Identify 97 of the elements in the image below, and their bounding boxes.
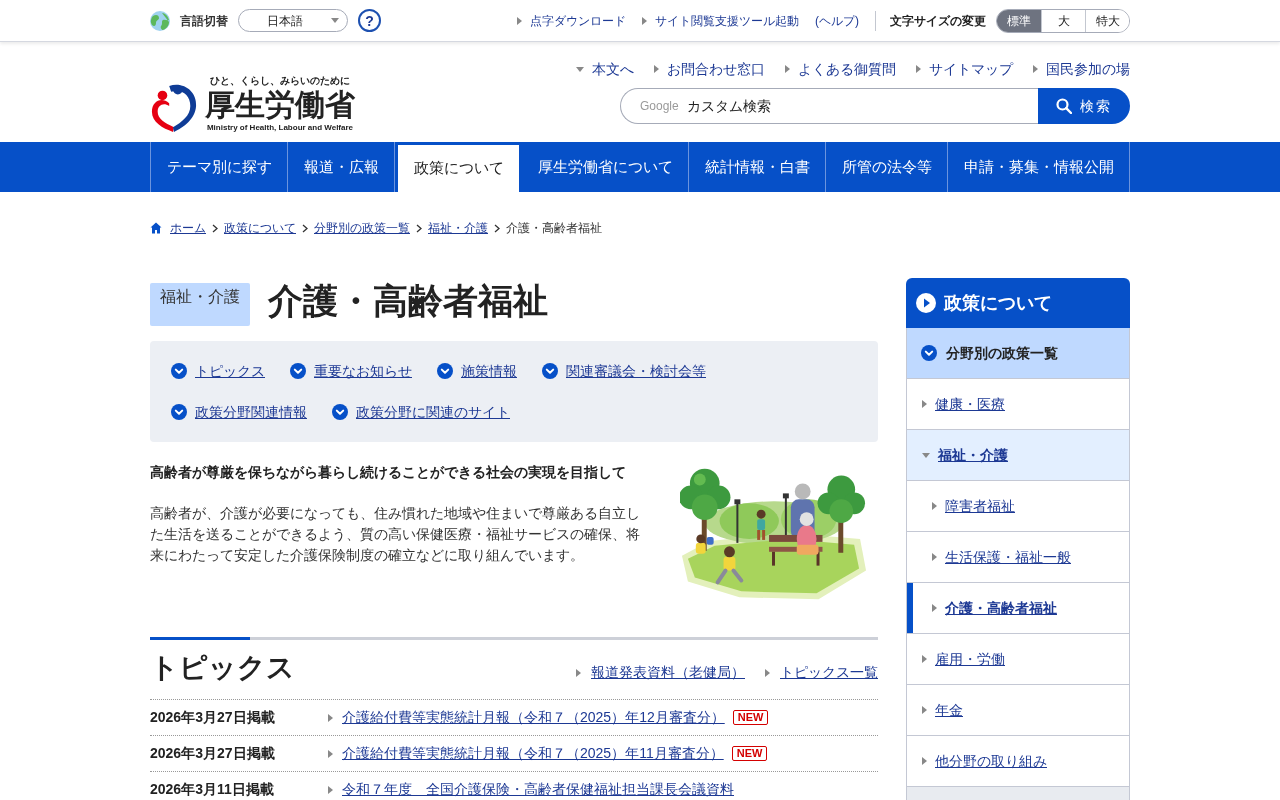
chevron-right-icon [212,223,218,233]
chevron-right-icon [302,223,308,233]
globe-icon [150,10,170,31]
anchor-link[interactable]: トピックス [171,360,265,382]
topic-link[interactable]: 介護給付費等実態統計月報（令和７（2025）年12月審査分） [342,707,725,728]
caret-right-icon [576,668,581,677]
caret-down-icon [331,18,339,23]
chevron-down-circle-icon [171,404,187,420]
chevron-right-icon [416,223,422,233]
breadcrumb-home-link[interactable]: ホーム [150,219,206,237]
sidebar-item[interactable]: 他分野の取り組み [906,736,1130,787]
caret-right-icon [922,706,927,714]
chevron-right-icon [494,223,500,233]
sidebar-section[interactable]: 分野別の政策一覧 [906,328,1130,379]
caret-right-icon [328,713,333,722]
search-icon [1056,98,1072,114]
nav-tab[interactable]: 統計情報・白書 [689,142,826,192]
caret-right-icon [932,502,937,510]
toolbar-link[interactable]: サイト閲覧支援ツール起動 [642,11,799,30]
caret-right-icon [785,65,790,73]
caret-right-icon [328,749,333,758]
topic-date: 2026年3月11日掲載 [150,780,275,799]
nav-tab[interactable]: 所管の法令等 [826,142,948,192]
language-label: 言語切替 [180,12,228,30]
caret-right-icon [1033,65,1038,73]
play-circle-icon [916,293,936,313]
new-badge: NEW [731,746,768,761]
lead-heading: 高齢者が尊厳を保ちながら暮らし続けることができる社会の実現を目指して [150,463,627,482]
caret-right-icon [932,553,937,561]
page-title: 介護・高齢者福祉 [268,281,548,321]
topic-date: 2026年3月27日掲載 [150,744,276,763]
toolbar-link[interactable]: 点字ダウンロード [517,11,626,30]
anchor-link[interactable]: 関連審議会・検討会等 [542,360,706,382]
caret-right-icon [932,604,937,612]
logo-english-name: Ministry of Health, Labour and Welfare [206,123,354,133]
caret-right-icon [654,65,659,73]
anchor-link[interactable]: 施策情報 [437,360,517,382]
nav-tab[interactable]: 申請・募集・情報公開 [948,142,1130,192]
breadcrumb-link[interactable]: 分野別の政策一覧 [314,219,410,237]
search-button[interactable]: 検索 [1038,88,1130,124]
sidebar-item[interactable]: 介護・高齢者福祉 [906,583,1130,634]
nav-tab[interactable]: テーマ別に探す [151,142,288,192]
header-link[interactable]: 国民参加の場 [1033,58,1130,80]
sidebar-item[interactable]: 雇用・労働 [906,634,1130,685]
intro-paragraph: 高齢者が、介護が必要になっても、住み慣れた地域や住まいで尊厳ある自立した生活を送ることができるよう、質の高い保健医療・福祉サービスの確保、将来にわたって安定した介護保険制度の確立などに取り組んでいます。 [150,504,641,565]
nav-tab[interactable]: 厚生労働省について [522,142,689,192]
chevron-down-circle-icon [542,363,558,379]
sidebar-item[interactable]: 障害者福祉 [906,481,1130,532]
breadcrumb-link[interactable]: 政策について [224,219,296,237]
chevron-down-circle-icon [437,363,453,379]
sidebar-item[interactable]: 生活保護・福祉一般 [906,532,1130,583]
sidebar-item[interactable]: 福祉・介護 [906,430,1130,481]
logo-name: 厚生労働省 [205,87,355,123]
caret-right-icon [328,785,333,794]
text-size-option[interactable]: 特大 [1085,9,1129,32]
chevron-down-circle-icon [290,363,306,379]
caret-right-icon [765,668,770,677]
caret-right-icon [642,16,647,25]
chevron-down-circle-icon [171,363,187,379]
help-link[interactable]: (ヘルプ) [815,11,859,30]
topics-heading: トピックス [150,651,295,685]
anchor-link[interactable]: 政策分野に関連のサイト [332,401,510,423]
topic-date: 2026年3月27日掲載 [150,708,276,727]
home-icon [150,222,162,234]
topics-link[interactable]: 報道発表資料（老健局） [576,662,745,683]
caret-down-icon [922,452,930,458]
search-brand-label: Google [640,98,679,114]
topics-link[interactable]: トピックス一覧 [765,662,878,683]
text-size-label: 文字サイズの変更 [890,12,986,30]
header-link[interactable]: 本文へ [576,58,634,80]
breadcrumb-current: 介護・高齢者福祉 [506,220,602,237]
breadcrumb-link[interactable]: 福祉・介護 [428,219,488,237]
sidebar-item[interactable]: 年金 [906,685,1130,736]
text-size-option[interactable]: 標準 [997,9,1041,32]
chevron-down-circle-icon [332,404,348,420]
caret-right-icon [517,16,522,25]
sidebar-item[interactable]: 健康・医療 [906,379,1130,430]
category-tag: 福祉・介護 [150,283,250,326]
new-badge: NEW [732,710,769,725]
anchor-link[interactable]: 政策分野関連情報 [171,401,307,423]
anchor-link[interactable]: 重要なお知らせ [290,360,412,382]
header-link[interactable]: よくある御質問 [785,58,896,80]
caret-right-icon [916,65,921,73]
topic-link[interactable]: 令和７年度 全国介護保険・高齢者保健福祉担当課長会議資料 [342,779,734,800]
chevron-down-circle-icon [921,345,937,361]
caret-right-icon [922,757,927,765]
nav-tab[interactable]: 政策について [395,142,522,192]
topic-link[interactable]: 介護給付費等実態統計月報（令和７（2025）年11月審査分） [342,743,724,764]
caret-right-icon [922,400,927,408]
caret-right-icon [922,655,927,663]
header-link[interactable]: サイトマップ [916,58,1013,80]
caret-down-icon [576,66,584,72]
sidebar-title: 政策について [944,291,1052,315]
help-button[interactable]: ? [358,9,381,32]
header-link[interactable]: お問合わせ窓口 [654,58,765,80]
logo-tagline: ひと、くらし、みらいのために [210,75,350,87]
language-select[interactable]: 日本語 [238,9,348,32]
